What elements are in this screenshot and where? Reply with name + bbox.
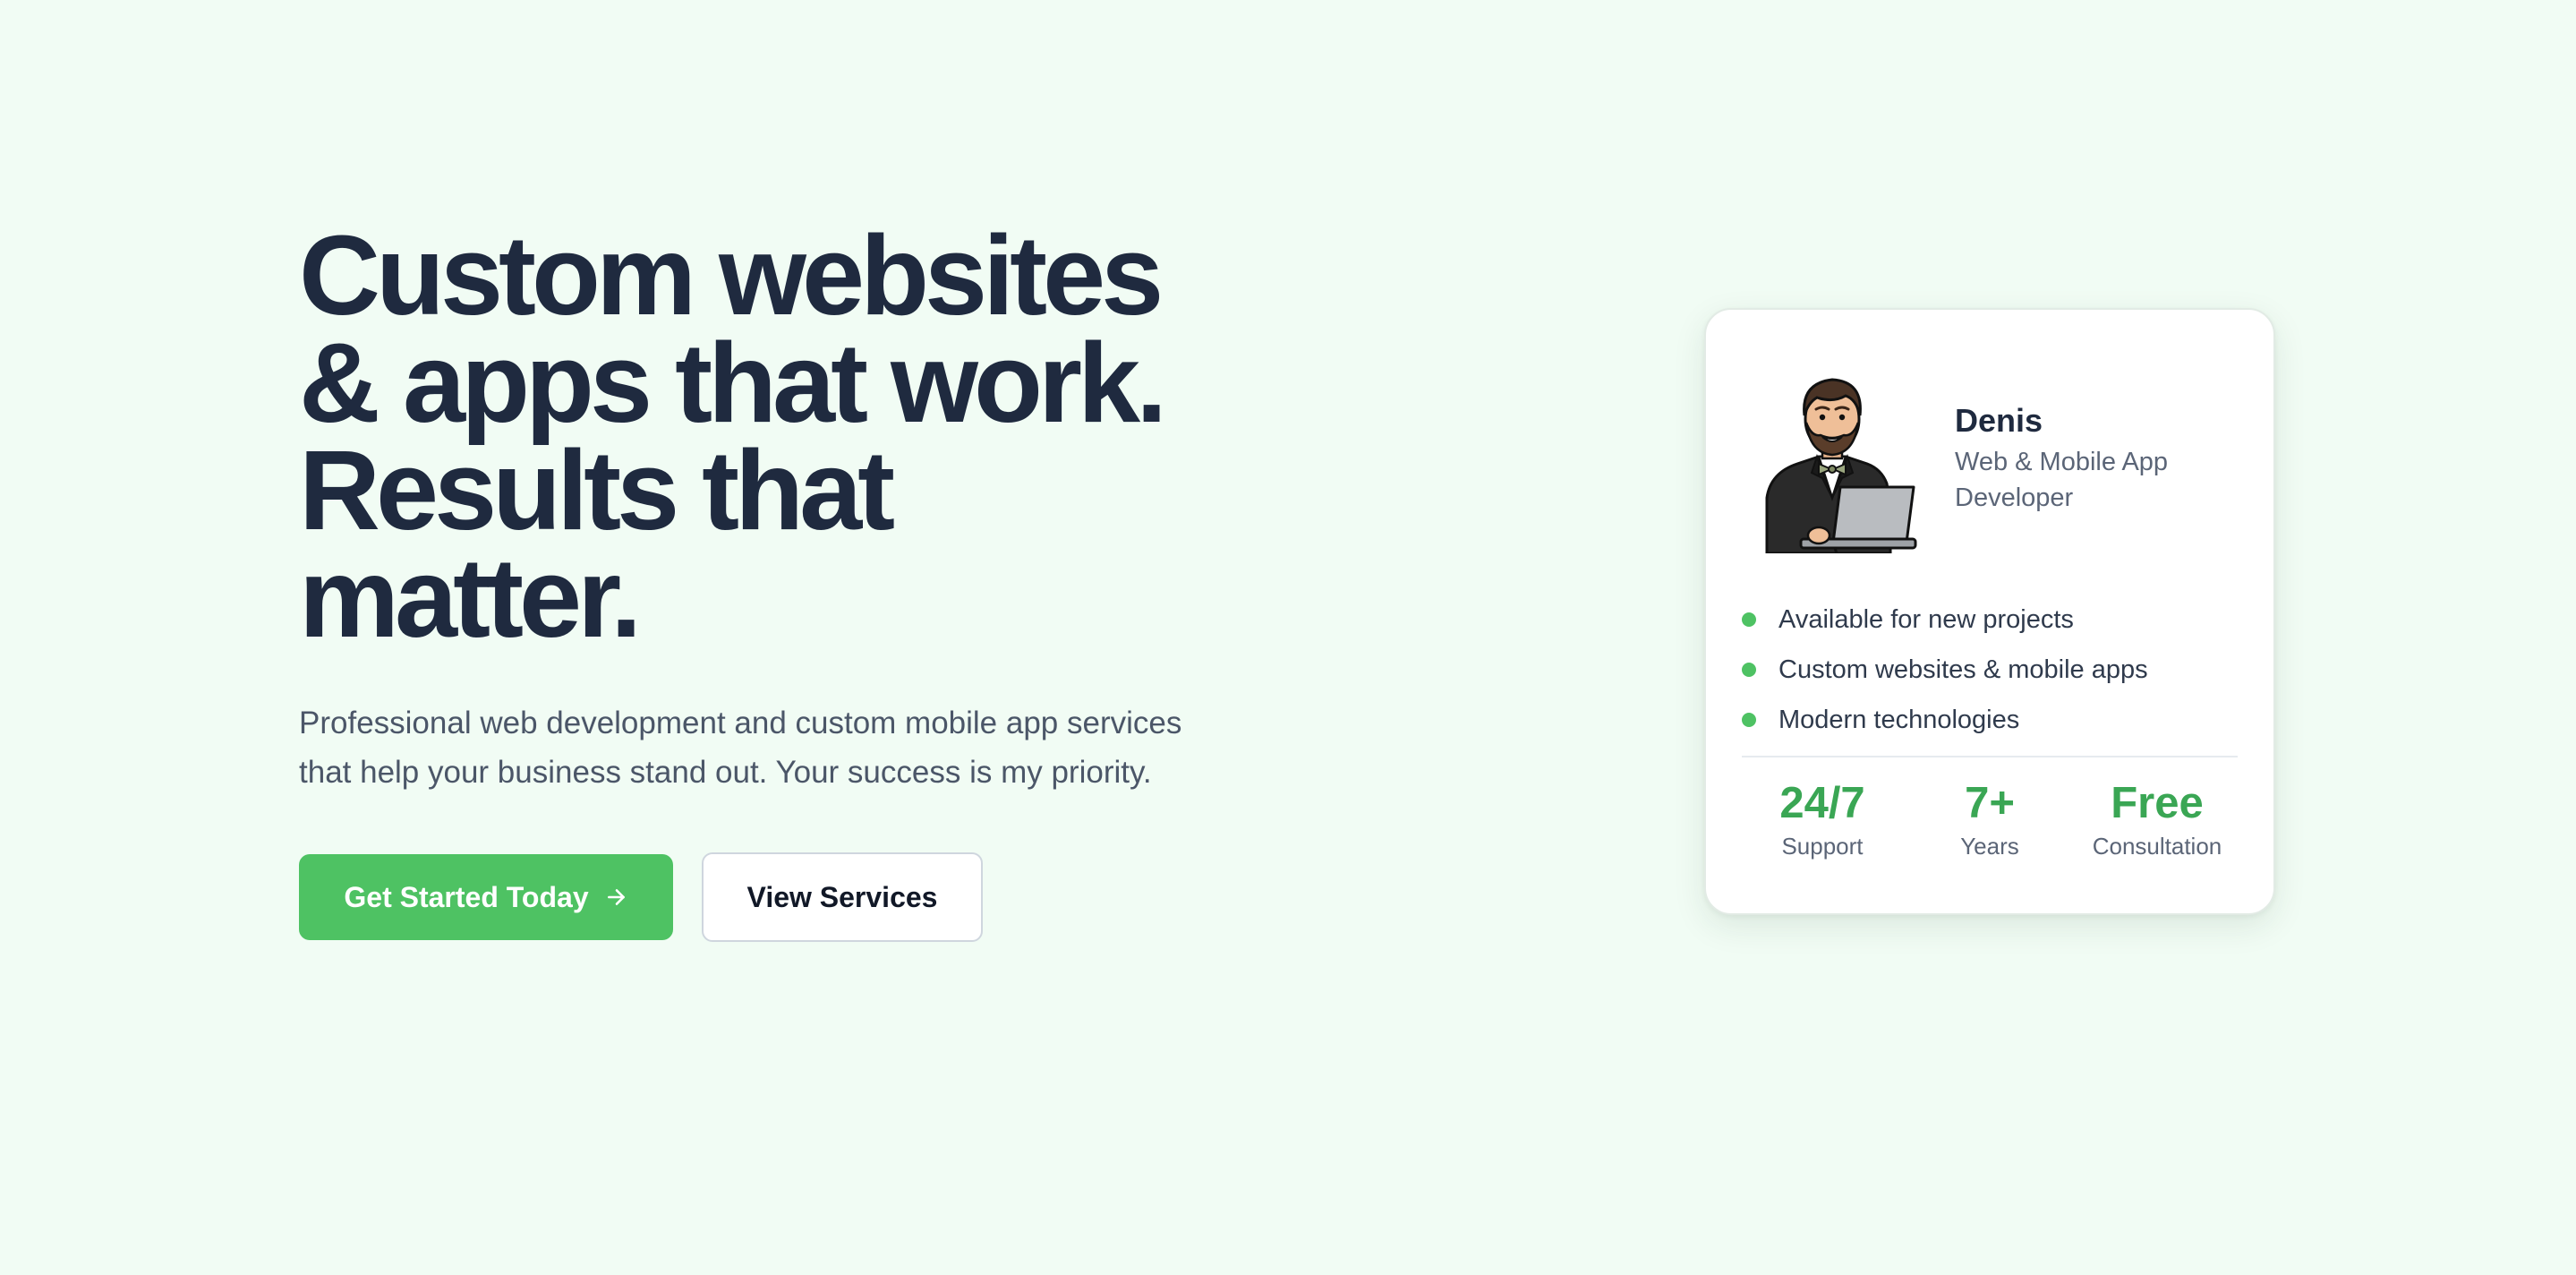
stat-label: Years — [1960, 833, 2019, 860]
feature-text: Modern technologies — [1778, 705, 2020, 734]
hero-actions: Get Started Today View Services — [299, 852, 1284, 942]
profile-role: Web & Mobile App Developer — [1955, 448, 2169, 512]
stat-value: 7+ — [1965, 779, 2015, 827]
hero-section: Custom websites & apps that work. Result… — [0, 0, 2576, 1275]
feature-text: Custom websites & mobile apps — [1778, 655, 2148, 684]
profile-card: Denis Web & Mobile App Developer Availab… — [1704, 308, 2275, 915]
stat-label: Consultation — [2092, 833, 2222, 860]
arrow-right-icon — [607, 889, 625, 905]
headline-line: Custom websites — [299, 212, 1164, 338]
subtitle-line: Professional web development and custom … — [299, 706, 1182, 740]
get-started-label: Get Started Today — [344, 880, 589, 913]
headline-line: matter. — [299, 535, 642, 661]
stat-label: Support — [1781, 833, 1864, 860]
hero-content: Custom websites & apps that work. Result… — [299, 212, 1284, 942]
stats-row: 24/7 Support 7+ Years Free Consultation — [1742, 775, 2238, 861]
list-item: Available for new projects — [1742, 595, 2148, 645]
profile-text: Denis Web & Mobile App Developer — [1955, 401, 2205, 516]
profile-name: Denis — [1955, 402, 2043, 439]
get-started-button[interactable]: Get Started Today — [299, 854, 673, 940]
developer-avatar-illustration — [1765, 378, 1917, 553]
stat-support: 24/7 Support — [1742, 775, 1903, 861]
view-services-label: View Services — [746, 880, 938, 913]
status-dot-icon — [1742, 663, 1756, 677]
headline-line: & apps that work. — [299, 320, 1167, 446]
hero-subtitle: Professional web development and custom … — [299, 698, 1284, 797]
status-dot-icon — [1742, 612, 1756, 627]
stat-value: Free — [2111, 779, 2204, 827]
view-services-button[interactable]: View Services — [702, 852, 983, 942]
list-item: Custom websites & mobile apps — [1742, 645, 2148, 695]
status-dot-icon — [1742, 713, 1756, 727]
profile-header: Denis Web & Mobile App Developer — [1747, 364, 2205, 553]
stat-value: 24/7 — [1779, 779, 1865, 827]
hero-headline: Custom websites & apps that work. Result… — [299, 212, 1284, 661]
feature-list: Available for new projects Custom websit… — [1742, 595, 2148, 745]
stat-years: 7+ Years — [1909, 775, 2070, 861]
headline-line: Results that — [299, 427, 895, 553]
list-item: Modern technologies — [1742, 695, 2148, 745]
stat-consultation: Free Consultation — [2077, 775, 2238, 861]
card-divider — [1742, 756, 2238, 757]
feature-text: Available for new projects — [1778, 604, 2074, 634]
subtitle-line: that help your business stand out. Your … — [299, 755, 1152, 790]
